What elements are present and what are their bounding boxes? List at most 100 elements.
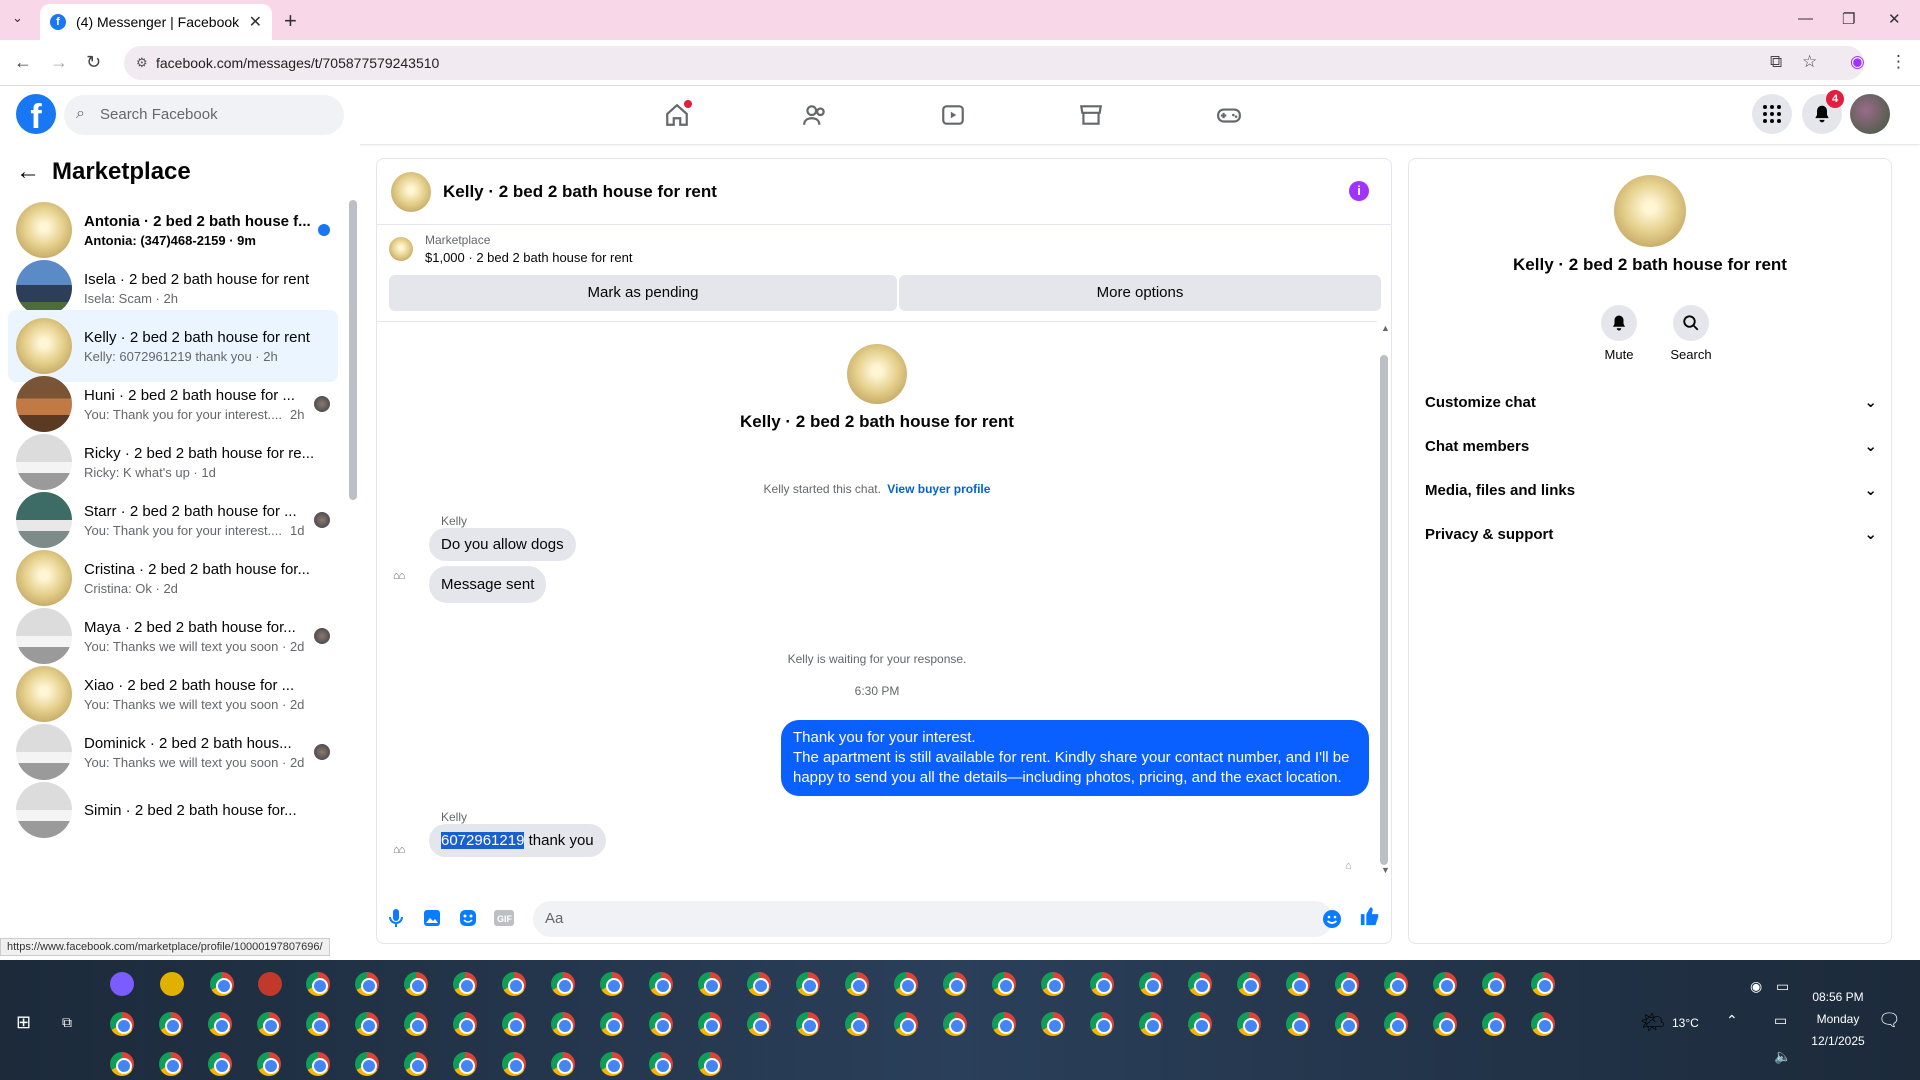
clock-day[interactable]: Monday	[1800, 1012, 1876, 1026]
chrome-taskbar-icon[interactable]	[992, 1012, 1016, 1036]
message-thread-scrollbar[interactable]	[1380, 355, 1388, 865]
conversation-list-scrollbar[interactable]	[349, 200, 357, 500]
chrome-taskbar-icon[interactable]	[600, 1012, 624, 1036]
gaming-icon[interactable]	[1214, 100, 1244, 130]
chrome-taskbar-icon[interactable]	[992, 972, 1016, 996]
chrome-taskbar-icon[interactable]	[894, 972, 918, 996]
chrome-taskbar-icon[interactable]	[1482, 1012, 1506, 1036]
minimize-icon[interactable]: —	[1798, 10, 1813, 27]
chrome-taskbar-icon[interactable]	[1286, 972, 1310, 996]
install-app-icon[interactable]: ⧉	[1770, 52, 1782, 72]
chrome-taskbar-icon[interactable]	[306, 1012, 330, 1036]
chrome-taskbar-icon[interactable]	[502, 1052, 526, 1076]
chrome-taskbar-icon[interactable]	[1433, 972, 1457, 996]
chat-avatar[interactable]	[391, 171, 431, 212]
chrome-taskbar-icon[interactable]	[1188, 1012, 1212, 1036]
message-bubble[interactable]: 6072961219 thank you	[429, 824, 606, 857]
task-view-icon[interactable]: ⧉	[62, 1014, 72, 1031]
chrome-taskbar-icon[interactable]	[1531, 972, 1555, 996]
chrome-taskbar-icon[interactable]	[747, 972, 771, 996]
chrome-taskbar-icon[interactable]	[502, 1012, 526, 1036]
chrome-taskbar-icon[interactable]	[1433, 1012, 1457, 1036]
message-bubble[interactable]: Message sent	[429, 566, 547, 603]
chrome-taskbar-icon[interactable]	[796, 1012, 820, 1036]
marketplace-icon[interactable]	[1076, 100, 1106, 130]
reload-icon[interactable]: ↻	[86, 52, 101, 73]
chat-title[interactable]: Kelly · 2 bed 2 bath house for rent	[443, 182, 717, 202]
taskbar-app-icon[interactable]	[210, 972, 234, 996]
chrome-taskbar-icon[interactable]	[257, 1052, 281, 1076]
record-icon[interactable]: ◉	[1750, 978, 1762, 995]
url-field[interactable]: ⚙ facebook.com/messages/t/70587757924351…	[124, 46, 1864, 80]
chrome-taskbar-icon[interactable]	[1335, 1012, 1359, 1036]
search-in-chat-button[interactable]: Search	[1661, 305, 1721, 362]
scroll-up-icon[interactable]: ▲	[1381, 323, 1390, 333]
emoji-icon[interactable]	[1321, 908, 1343, 930]
chrome-taskbar-icon[interactable]	[208, 1052, 232, 1076]
notification-center-icon[interactable]: 🗨	[1878, 1010, 1901, 1031]
bookmark-star-icon[interactable]: ☆	[1802, 52, 1817, 72]
mute-button[interactable]: Mute	[1589, 305, 1649, 362]
facebook-search-input[interactable]: ⌕ Search Facebook	[64, 95, 344, 135]
chrome-taskbar-icon[interactable]	[1286, 1012, 1310, 1036]
chrome-taskbar-icon[interactable]	[404, 1012, 428, 1036]
conversation-item[interactable]: Simin · 2 bed 2 bath house for...	[8, 774, 338, 846]
show-hidden-icons-icon[interactable]: ⌃	[1726, 1012, 1738, 1029]
chrome-taskbar-icon[interactable]	[355, 1012, 379, 1036]
chrome-taskbar-icon[interactable]	[1188, 972, 1212, 996]
chrome-taskbar-icon[interactable]	[551, 972, 575, 996]
chrome-taskbar-icon[interactable]	[110, 1012, 134, 1036]
chrome-taskbar-icon[interactable]	[1090, 972, 1114, 996]
chrome-taskbar-icon[interactable]	[1139, 1012, 1163, 1036]
chrome-taskbar-icon[interactable]	[208, 1012, 232, 1036]
chrome-taskbar-icon[interactable]	[698, 1052, 722, 1076]
more-options-button[interactable]: More options	[899, 275, 1381, 311]
chrome-taskbar-icon[interactable]	[453, 972, 477, 996]
back-icon[interactable]: ←	[14, 52, 32, 73]
chrome-taskbar-icon[interactable]	[110, 1052, 134, 1076]
chrome-taskbar-icon[interactable]	[1482, 972, 1506, 996]
chrome-taskbar-icon[interactable]	[845, 972, 869, 996]
friends-icon[interactable]	[800, 100, 830, 130]
weather-icon[interactable]: 🌤	[1640, 1010, 1665, 1035]
chrome-taskbar-icon[interactable]	[698, 1012, 722, 1036]
clock-time[interactable]: 08:56 PM	[1800, 990, 1876, 1004]
chrome-taskbar-icon[interactable]	[600, 1052, 624, 1076]
chrome-taskbar-icon[interactable]	[1139, 972, 1163, 996]
chrome-taskbar-icon[interactable]	[355, 972, 379, 996]
battery-icon[interactable]: ▭	[1776, 978, 1789, 995]
home-icon[interactable]	[662, 100, 692, 130]
microphone-icon[interactable]	[385, 907, 407, 929]
chrome-taskbar-icon[interactable]	[306, 972, 330, 996]
browser-tab[interactable]: f (4) Messenger | Facebook ✕	[40, 4, 272, 40]
chrome-taskbar-icon[interactable]	[649, 1052, 673, 1076]
customize-chat-row[interactable]: Customize chat ⌄	[1425, 387, 1877, 417]
site-info-icon[interactable]: ⚙	[136, 55, 148, 71]
forward-icon[interactable]: →	[50, 52, 68, 73]
taskbar-app-icon[interactable]	[258, 972, 282, 996]
gif-icon[interactable]: GIF	[493, 907, 515, 929]
back-arrow-icon[interactable]: ←	[16, 158, 40, 186]
chrome-taskbar-icon[interactable]	[796, 972, 820, 996]
volume-icon[interactable]: 🔈	[1774, 1048, 1791, 1065]
chrome-taskbar-icon[interactable]	[159, 1052, 183, 1076]
message-input[interactable]: Aa	[533, 901, 1333, 937]
start-windows-icon[interactable]: ⊞	[16, 1012, 31, 1033]
chrome-taskbar-icon[interactable]	[649, 972, 673, 996]
chrome-taskbar-icon[interactable]	[453, 1052, 477, 1076]
taskbar-app-icon[interactable]	[110, 972, 134, 996]
sticker-icon[interactable]	[457, 907, 479, 929]
like-thumb-icon[interactable]	[1359, 905, 1381, 927]
chrome-taskbar-icon[interactable]	[894, 1012, 918, 1036]
photo-icon[interactable]	[421, 907, 443, 929]
facebook-logo-icon[interactable]: f	[16, 94, 56, 134]
taskbar-app-icon[interactable]	[160, 972, 184, 996]
new-tab-icon[interactable]: +	[284, 8, 297, 34]
chrome-taskbar-icon[interactable]	[845, 1012, 869, 1036]
chat-members-row[interactable]: Chat members ⌄	[1425, 431, 1877, 461]
chrome-taskbar-icon[interactable]	[404, 1052, 428, 1076]
chrome-taskbar-icon[interactable]	[1090, 1012, 1114, 1036]
chrome-taskbar-icon[interactable]	[257, 1012, 281, 1036]
chrome-taskbar-icon[interactable]	[1384, 972, 1408, 996]
tab-list-icon[interactable]: ⌄	[12, 10, 23, 26]
